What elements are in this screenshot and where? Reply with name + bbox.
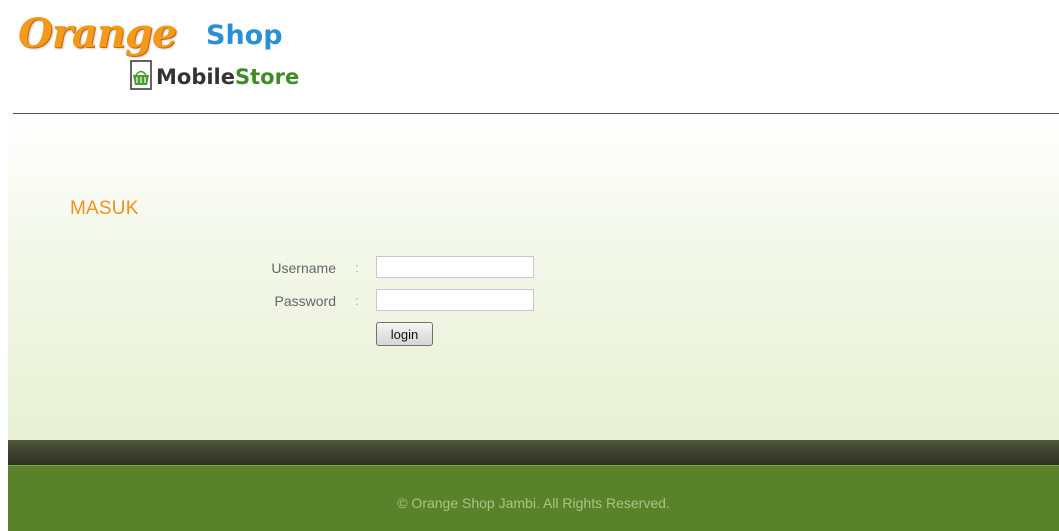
footer-dark-band: [8, 440, 1059, 465]
password-label: Password: [274, 293, 336, 309]
password-separator: :: [355, 293, 359, 308]
site-logo[interactable]: Orange Shop MobileStore: [18, 8, 348, 100]
footer: © Orange Shop Jambi. All Rights Reserved…: [8, 465, 1059, 531]
logo-shop-text: Shop: [206, 20, 283, 51]
username-separator: :: [355, 260, 359, 275]
logo-mobilestore-text: MobileStore: [156, 64, 299, 90]
login-panel: MASUK Username : Password : login: [8, 114, 1059, 440]
page-title: MASUK: [70, 198, 139, 219]
copyright-text: © Orange Shop Jambi. All Rights Reserved…: [397, 495, 670, 511]
username-label: Username: [271, 260, 336, 276]
username-input[interactable]: [376, 256, 534, 278]
login-page: Orange Shop MobileStore MASUK Username :…: [0, 0, 1059, 531]
password-input[interactable]: [376, 289, 534, 311]
basket-icon: [130, 60, 152, 90]
logo-store-text: Store: [235, 65, 300, 89]
login-button[interactable]: login: [376, 322, 433, 346]
logo-mobile-text: Mobile: [156, 65, 235, 89]
logo-orange-text: Orange: [18, 10, 177, 57]
